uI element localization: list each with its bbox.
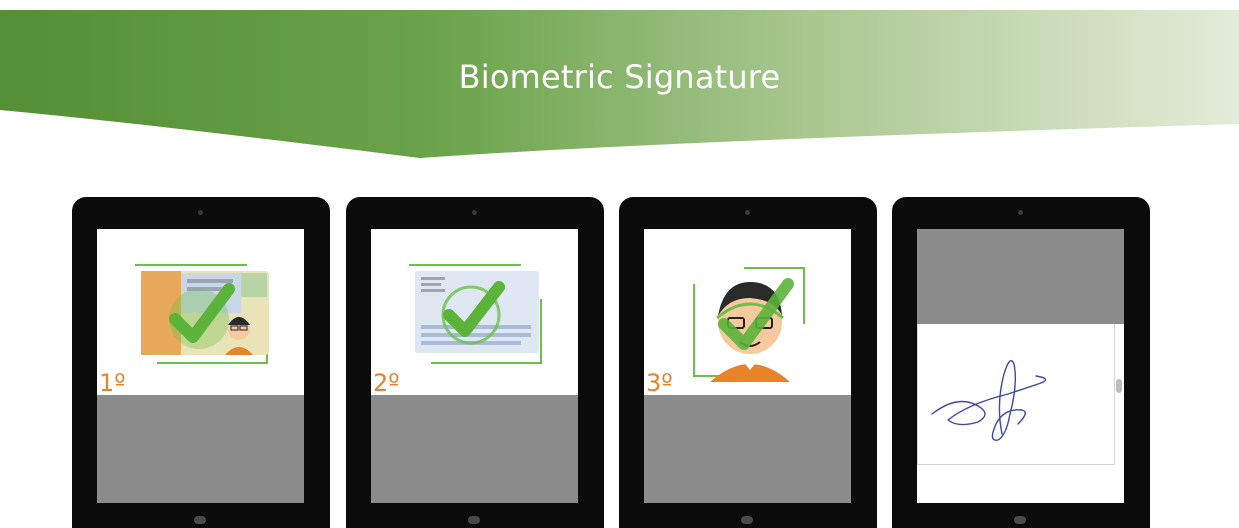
document-back-check-icon: [409, 264, 542, 364]
tablet-step-4: [892, 197, 1150, 528]
home-button: [741, 516, 753, 524]
header-banner: Biometric Signature: [0, 0, 1239, 170]
camera-dot: [745, 210, 750, 215]
tablet-step-3: 3º: [619, 197, 877, 528]
page-title: Biometric Signature: [458, 58, 781, 96]
screen-lower-panel: [97, 395, 304, 503]
tablet-screen: 3º: [644, 229, 851, 503]
scroll-handle[interactable]: [1116, 379, 1122, 393]
face-check-icon: [693, 267, 805, 382]
step-number: 1º: [99, 369, 126, 397]
tablet-screen: 1º: [97, 229, 304, 503]
signature-pad[interactable]: [917, 324, 1115, 465]
step-number: 3º: [646, 369, 673, 397]
handwritten-signature: [931, 360, 1047, 441]
id-card-check-icon: [135, 264, 269, 364]
camera-dot: [472, 210, 477, 215]
step-number: 2º: [373, 369, 400, 397]
camera-dot: [1018, 210, 1023, 215]
camera-dot: [198, 210, 203, 215]
tablet-step-1: 1º: [72, 197, 330, 528]
home-button: [468, 516, 480, 524]
screen-lower-panel: [644, 395, 851, 503]
home-button: [194, 516, 206, 524]
screen-lower-panel: [371, 395, 578, 503]
home-button: [1014, 516, 1026, 524]
screen-upper-panel: [917, 229, 1124, 324]
tablet-screen: [917, 229, 1124, 503]
tablet-step-2: 2º: [346, 197, 604, 528]
tablet-screen: 2º: [371, 229, 578, 503]
